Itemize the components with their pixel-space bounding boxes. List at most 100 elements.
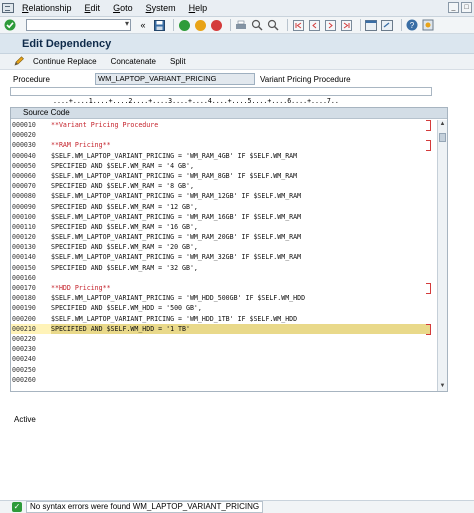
code-line[interactable]: 000110 SPECIFIED AND $SELF.WM_RAM = '16 G… (11, 222, 431, 232)
code-line[interactable]: 000210 SPECIFIED AND $SELF.WM_HDD = '1 TB… (11, 323, 431, 334)
previous-page-icon[interactable] (308, 19, 320, 31)
line-number: 000080 (12, 192, 36, 201)
code-line[interactable]: 000010 **Variant Pricing Procedure (11, 120, 431, 130)
last-page-icon[interactable] (340, 19, 352, 31)
find-next-icon[interactable] (267, 19, 279, 31)
line-code[interactable]: **RAM Pricing** (51, 140, 431, 150)
code-line[interactable]: 000130 SPECIFIED AND $SELF.WM_RAM = '20 G… (11, 242, 431, 252)
line-code[interactable]: SPECIFIED AND $SELF.WM_HDD = '500 GB', (51, 303, 431, 313)
code-line[interactable]: 000100 $SELF.WM_LAPTOP_VARIANT_PRICING = … (11, 212, 431, 222)
line-code[interactable]: SPECIFIED AND $SELF.WM_HDD = '1 TB' (51, 323, 431, 334)
line-code[interactable]: SPECIFIED AND $SELF.WM_RAM = '16 GB', (51, 222, 431, 232)
source-code-header: Source Code (11, 108, 447, 119)
minimize-icon[interactable]: _ (448, 2, 459, 13)
line-code[interactable]: SPECIFIED AND $SELF.WM_RAM = '20 GB', (51, 242, 431, 252)
procedure-label: Procedure (13, 74, 50, 84)
split-button[interactable]: Split (170, 57, 186, 66)
menu-edit[interactable]: Edit (85, 3, 101, 13)
menu-bar: Relationship Edit Goto System Help _ □ (0, 0, 474, 17)
source-code-editor[interactable]: Source Code 000010 **Variant Pricing Proc… (10, 107, 448, 392)
menu-help[interactable]: Help (189, 3, 208, 13)
vertical-scrollbar[interactable]: ▲ ▼ (437, 120, 447, 391)
menu-goto[interactable]: Goto (113, 3, 133, 13)
line-code[interactable] (51, 334, 431, 344)
enter-check-icon[interactable] (4, 19, 16, 31)
line-code[interactable] (51, 375, 431, 385)
code-line[interactable]: 000060 $SELF.WM_LAPTOP_VARIANT_PRICING = … (11, 171, 431, 181)
code-line[interactable]: 000090 SPECIFIED AND $SELF.WM_RAM = '12 G… (11, 202, 431, 212)
line-number: 000120 (12, 233, 36, 242)
code-line[interactable]: 000200 $SELF.WM_LAPTOP_VARIANT_PRICING = … (11, 314, 431, 324)
code-line[interactable]: 000150 SPECIFIED AND $SELF.WM_RAM = '32 G… (11, 263, 431, 273)
print-icon[interactable] (235, 19, 247, 31)
customize-layout-icon[interactable] (422, 19, 434, 31)
line-code[interactable] (51, 365, 431, 375)
line-code[interactable]: $SELF.WM_LAPTOP_VARIANT_PRICING = 'WM_RA… (51, 252, 431, 262)
editor-lines[interactable]: 000010 **Variant Pricing Procedure 000020 0… (11, 120, 431, 385)
line-code[interactable]: SPECIFIED AND $SELF.WM_RAM = '8 GB', (51, 181, 431, 191)
code-line[interactable]: 000070 SPECIFIED AND $SELF.WM_RAM = '8 GB… (11, 181, 431, 191)
first-page-icon[interactable] (292, 19, 304, 31)
code-line[interactable]: 000080 $SELF.WM_LAPTOP_VARIANT_PRICING = … (11, 191, 431, 201)
code-line[interactable]: 000030 **RAM Pricing** (11, 140, 431, 150)
procedure-text-input[interactable] (10, 87, 432, 96)
code-line[interactable]: 000240 (11, 354, 431, 364)
code-line[interactable]: 000120 $SELF.WM_LAPTOP_VARIANT_PRICING = … (11, 232, 431, 242)
code-line[interactable]: 000190 SPECIFIED AND $SELF.WM_HDD = '500 … (11, 303, 431, 313)
line-code[interactable] (51, 354, 431, 364)
next-page-icon[interactable] (324, 19, 336, 31)
help-icon[interactable]: ? (406, 19, 418, 31)
line-code[interactable]: SPECIFIED AND $SELF.WM_RAM = '32 GB', (51, 263, 431, 273)
concatenate-button[interactable]: Concatenate (111, 57, 156, 66)
line-code[interactable]: SPECIFIED AND $SELF.WM_RAM = '4 GB', (51, 161, 431, 171)
status-message[interactable]: No syntax errors were found WM_LAPTOP_VA… (26, 501, 264, 513)
code-line[interactable]: 000170 **HDD Pricing** (11, 283, 431, 293)
scroll-down-icon[interactable]: ▼ (438, 382, 447, 391)
code-line[interactable]: 000020 (11, 130, 431, 140)
line-code[interactable]: $SELF.WM_LAPTOP_VARIANT_PRICING = 'WM_RA… (51, 171, 431, 181)
code-line[interactable]: 000140 $SELF.WM_LAPTOP_VARIANT_PRICING = … (11, 252, 431, 262)
page-title: Edit Dependency (22, 37, 112, 50)
shortcut-icon[interactable] (381, 19, 393, 31)
line-code[interactable]: $SELF.WM_LAPTOP_VARIANT_PRICING = 'WM_RA… (51, 151, 431, 161)
toolbar-separator (360, 19, 361, 31)
code-line[interactable]: 000230 (11, 344, 431, 354)
cancel-icon[interactable] (210, 19, 222, 31)
line-code[interactable]: **HDD Pricing** (51, 283, 431, 293)
code-line[interactable]: 000220 (11, 334, 431, 344)
code-line[interactable]: 000180 $SELF.WM_LAPTOP_VARIANT_PRICING = … (11, 293, 431, 303)
line-code[interactable]: $SELF.WM_LAPTOP_VARIANT_PRICING = 'WM_RA… (51, 212, 431, 222)
line-code[interactable] (51, 130, 431, 140)
menu-relationship[interactable]: Relationship (22, 3, 72, 13)
command-field[interactable] (26, 19, 131, 31)
exit-icon[interactable] (194, 19, 206, 31)
menu-system[interactable]: System (146, 3, 176, 13)
code-line[interactable]: 000260 (11, 375, 431, 385)
find-icon[interactable] (251, 19, 263, 31)
code-line[interactable]: 000040 $SELF.WM_LAPTOP_VARIANT_PRICING = … (11, 151, 431, 161)
code-line[interactable]: 000050 SPECIFIED AND $SELF.WM_RAM = '4 GB… (11, 161, 431, 171)
line-code[interactable]: **Variant Pricing Procedure (51, 120, 431, 130)
continue-replace-button[interactable]: Continue Replace (33, 57, 97, 66)
line-number: 000060 (12, 171, 36, 180)
toolbar-separator (287, 19, 288, 31)
maximize-icon[interactable]: □ (461, 2, 472, 13)
line-code[interactable]: $SELF.WM_LAPTOP_VARIANT_PRICING = 'WM_HD… (51, 314, 431, 324)
line-code[interactable]: SPECIFIED AND $SELF.WM_RAM = '12 GB', (51, 202, 431, 212)
line-code[interactable]: $SELF.WM_LAPTOP_VARIANT_PRICING = 'WM_RA… (51, 191, 431, 201)
line-code[interactable]: $SELF.WM_LAPTOP_VARIANT_PRICING = 'WM_HD… (51, 293, 431, 303)
scroll-thumb[interactable] (439, 133, 446, 142)
line-number: 000220 (12, 334, 36, 343)
line-code[interactable]: $SELF.WM_LAPTOP_VARIANT_PRICING = 'WM_RA… (51, 232, 431, 242)
code-line[interactable]: 000250 (11, 365, 431, 375)
line-code[interactable] (51, 273, 431, 283)
new-session-icon[interactable] (365, 19, 377, 31)
line-code[interactable] (51, 344, 431, 354)
save-icon[interactable] (153, 19, 165, 31)
code-line[interactable]: 000160 (11, 273, 431, 283)
double-chevron-left-icon[interactable]: « (137, 19, 149, 31)
pencil-icon[interactable] (13, 56, 25, 67)
scroll-up-icon[interactable]: ▲ (438, 120, 447, 129)
system-menu-icon[interactable] (2, 3, 14, 13)
back-icon[interactable] (178, 19, 190, 31)
